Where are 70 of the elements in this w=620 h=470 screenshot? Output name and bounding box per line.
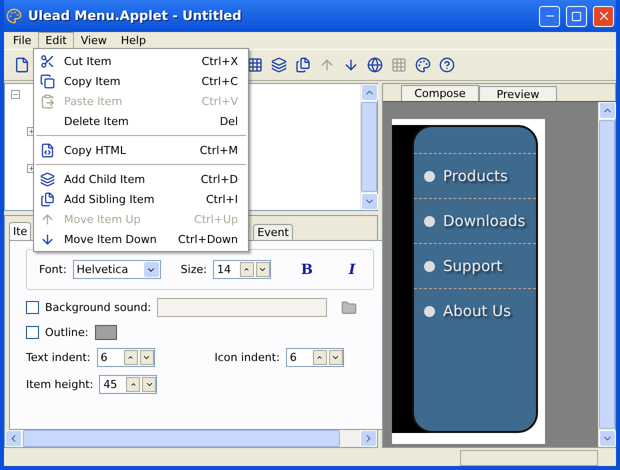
down-arrow-icon (40, 232, 54, 246)
scroll-right-button[interactable] (360, 430, 377, 447)
tab[interactable]: Ite (9, 222, 32, 240)
menu-preview-item[interactable]: About Us (414, 288, 536, 333)
collapse-icon[interactable] (11, 90, 20, 99)
scroll-thumb[interactable] (361, 102, 377, 192)
help-icon[interactable] (437, 55, 457, 75)
scroll-up-button[interactable] (599, 102, 616, 119)
bullet-icon (424, 216, 435, 226)
menu-item[interactable]: Add Child Item Ctrl+D (34, 169, 248, 189)
sound-file-field[interactable] (157, 298, 328, 317)
scroll-down-button[interactable] (361, 193, 378, 210)
scroll-thumb[interactable] (599, 120, 615, 429)
menu-item[interactable]: Add Sibling Item Ctrl+I (34, 189, 248, 209)
spin-field[interactable]: 14 (212, 260, 271, 279)
checkbox[interactable] (26, 326, 39, 339)
minimize-button[interactable] (539, 6, 560, 26)
vertical-scrollbar[interactable] (598, 102, 615, 447)
menu-item[interactable]: Edit (38, 32, 74, 49)
menu-item[interactable]: File (6, 32, 38, 49)
checkbox[interactable] (26, 301, 39, 314)
menu-item[interactable]: Delete Item Del (34, 111, 248, 131)
menu-preview-item[interactable]: Support (414, 243, 536, 288)
menu-preview-item[interactable]: Products (414, 153, 536, 198)
text-indent-label: Text indent: (26, 351, 91, 364)
spin-field[interactable]: 6 (286, 348, 344, 367)
tab[interactable]: Event (253, 224, 293, 240)
globe-icon[interactable] (365, 55, 385, 75)
size-label: Size: (180, 263, 207, 276)
menu-item[interactable]: Copy HTML Ctrl+M (34, 140, 248, 160)
item-height-label: Item height: (26, 378, 94, 391)
icon-indent-label: Icon indent: (214, 351, 280, 364)
bullet-icon (424, 260, 435, 272)
scroll-down-button[interactable] (599, 430, 616, 447)
italic-button[interactable]: I (342, 260, 362, 278)
bold-button[interactable]: B (294, 260, 319, 278)
copy-icon (40, 74, 54, 88)
scroll-up-button[interactable] (361, 84, 378, 101)
menu-item[interactable]: Help (114, 32, 153, 49)
scroll-left-button[interactable] (5, 430, 22, 447)
scissors-icon (40, 54, 54, 68)
spin-field[interactable]: 6 (96, 348, 155, 367)
paste-icon (40, 94, 54, 108)
bullet-icon (424, 306, 435, 316)
menu-item[interactable]: Cut Item Ctrl+X (34, 51, 248, 71)
menu-item[interactable]: Move Item Down Ctrl+Down (34, 229, 248, 249)
tab[interactable]: Compose (401, 85, 479, 101)
close-button[interactable] (593, 6, 614, 26)
menu-item[interactable]: Copy Item Ctrl+C (34, 71, 248, 91)
folder-icon[interactable] (341, 300, 358, 316)
bullet-icon (424, 170, 435, 182)
window-title: Ulead Menu.Applet - Untitled (28, 8, 243, 24)
app-icon (6, 8, 22, 24)
menu-preview-item[interactable]: Downloads (414, 198, 536, 243)
maximize-button[interactable] (566, 6, 587, 26)
background-sound-label: Background sound: (45, 301, 152, 314)
palette-icon[interactable] (413, 55, 433, 75)
layers-icon[interactable] (269, 55, 289, 75)
menu-item[interactable]: View (74, 32, 114, 49)
vertical-scrollbar[interactable] (360, 84, 377, 210)
maximize-icon (571, 10, 582, 22)
pages-icon (40, 192, 54, 206)
tab[interactable]: Preview (479, 86, 557, 101)
font-label: Font: (39, 263, 67, 276)
spin-field[interactable]: 45 (99, 375, 158, 394)
layers-icon (40, 172, 54, 186)
font-dropdown[interactable]: Helvetica (72, 260, 161, 279)
code-document-icon (40, 142, 54, 158)
outline-label: Outline: (45, 326, 89, 339)
color-swatch[interactable] (94, 325, 117, 340)
